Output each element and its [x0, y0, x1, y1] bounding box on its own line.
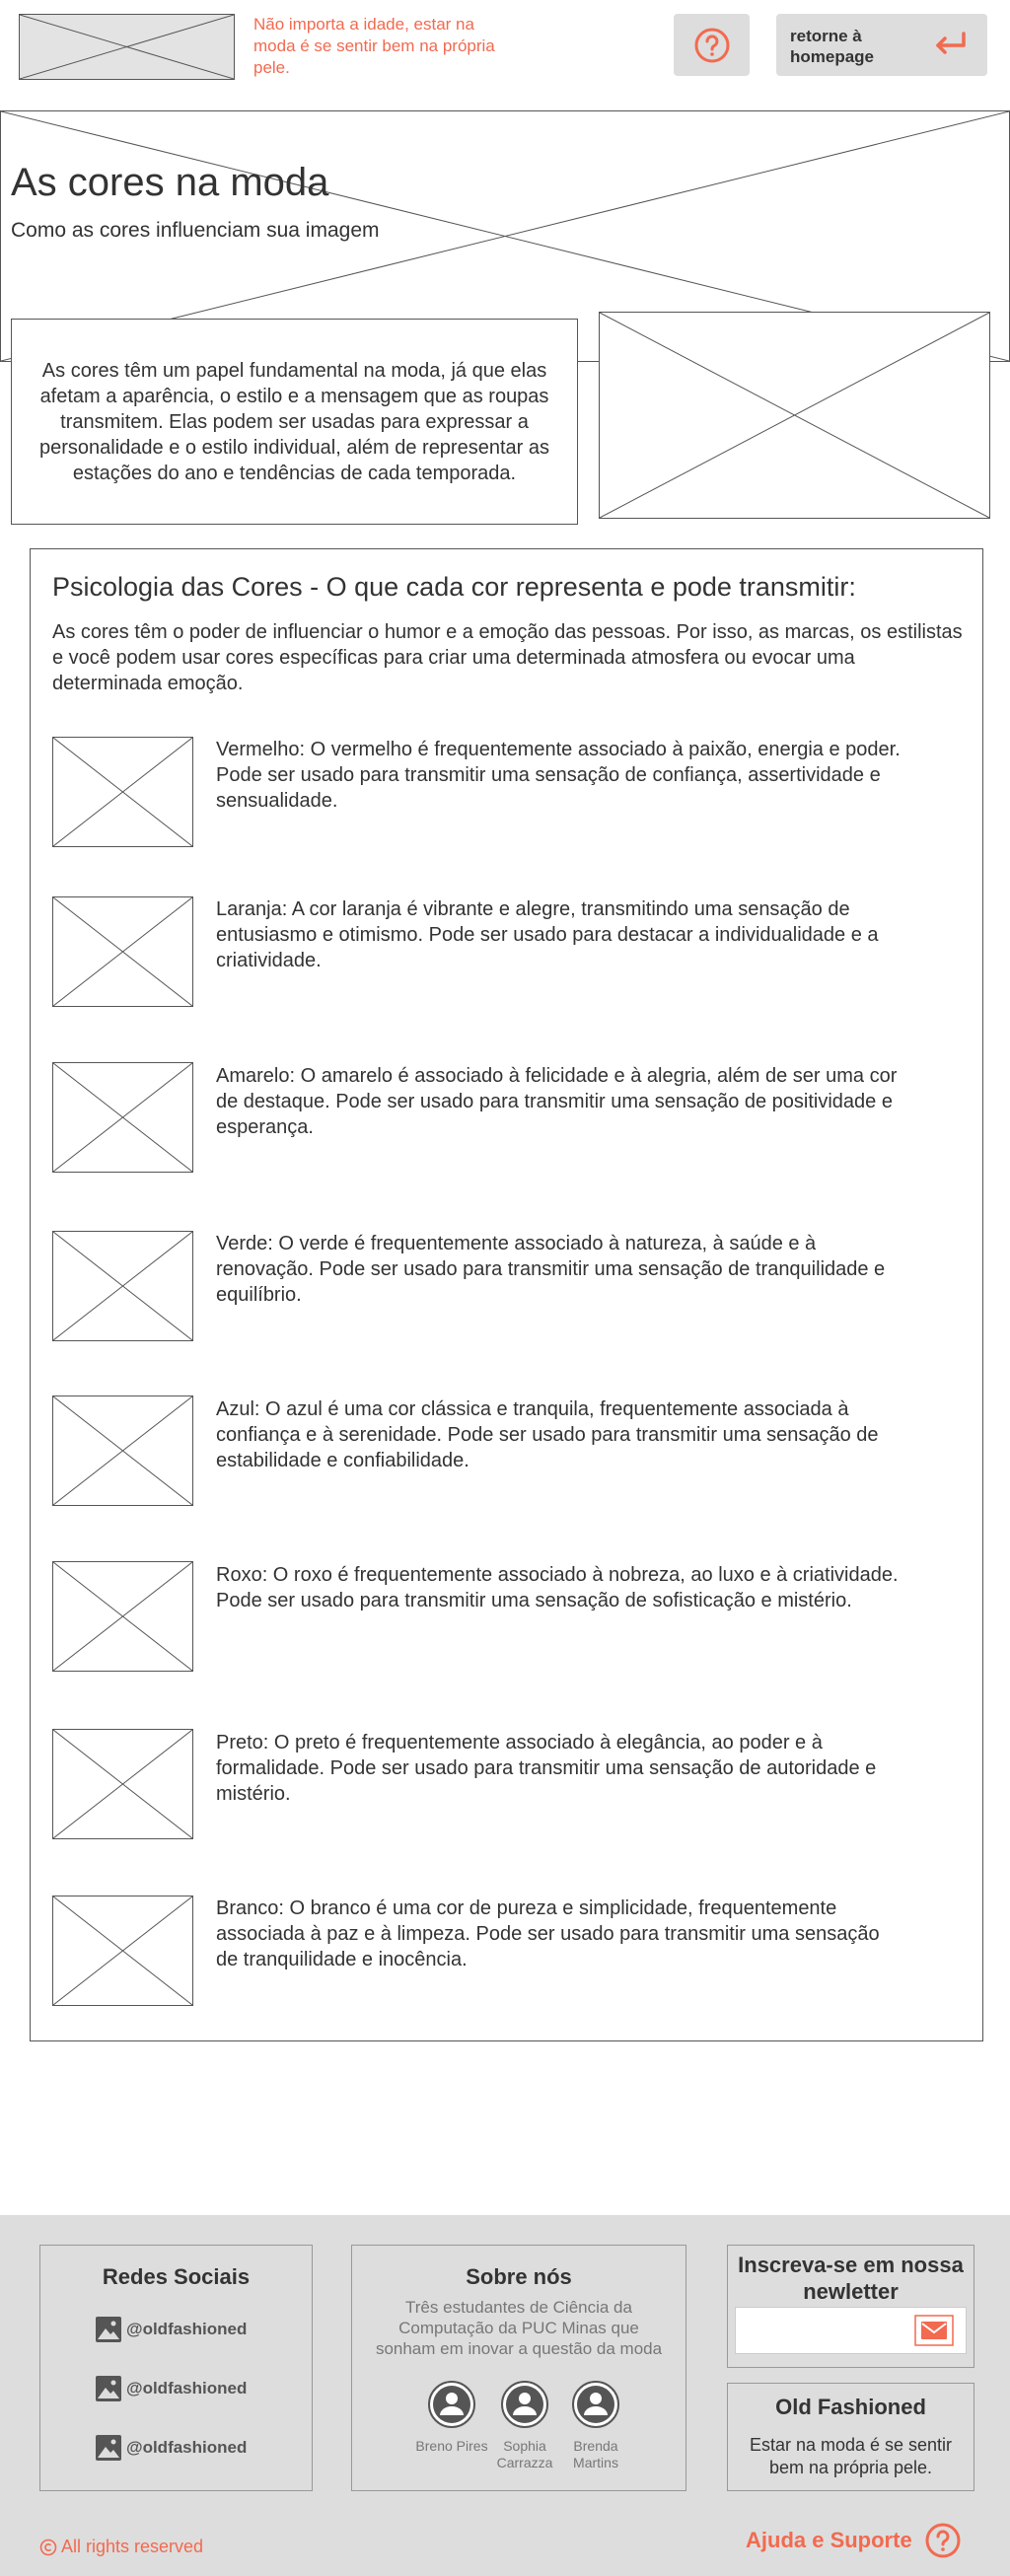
support-label: Ajuda e Suporte [746, 2528, 912, 2552]
mail-icon[interactable] [914, 2315, 954, 2346]
logo-placeholder [19, 14, 235, 80]
section-intro: As cores têm o poder de influenciar o hu… [52, 621, 963, 694]
page-subtitle: Como as cores influenciam sua imagem [11, 219, 380, 242]
team-member: Sophia Carrazza [485, 2380, 564, 2471]
social-link[interactable]: @oldfashioned [95, 2316, 292, 2343]
return-homepage-button[interactable]: retorne à homepage [776, 14, 987, 76]
avatar-icon [428, 2381, 475, 2428]
newsletter-title: Inscreva-se em nossa newletter [738, 2253, 964, 2304]
social-handle: @oldfashioned [126, 2320, 248, 2338]
social-handle: @oldfashioned [126, 2379, 248, 2397]
return-homepage-label: retorne à homepage [790, 27, 875, 66]
intro-text: As cores têm um papel fundamental na mod… [39, 359, 549, 484]
return-arrow-icon [936, 32, 966, 54]
intro-box: As cores têm um papel fundamental na mod… [11, 319, 578, 525]
color-description: Azul: O azul é uma cor clássica e tranqu… [216, 1398, 879, 1471]
avatar-icon [572, 2381, 619, 2428]
color-description: Roxo: O roxo é frequentemente associado … [216, 1564, 899, 1611]
member-name: Brenda Martins [573, 2438, 618, 2470]
color-image-placeholder [52, 1062, 193, 1173]
color-image-placeholder [52, 896, 193, 1007]
copyright-icon [39, 2539, 57, 2555]
color-image-placeholder [52, 1561, 193, 1672]
color-description: Verde: O verde é frequentemente associad… [216, 1233, 886, 1306]
color-description: Branco: O branco é uma cor de pureza e s… [216, 1897, 880, 1970]
color-image-placeholder [52, 1395, 193, 1506]
color-description: Laranja: A cor laranja é vibrante e aleg… [216, 898, 879, 971]
team-member: Brenda Martins [556, 2380, 635, 2471]
social-link[interactable]: @oldfashioned [95, 2434, 292, 2462]
social-title: Redes Sociais [102, 2264, 251, 2289]
color-image-placeholder [52, 1729, 193, 1839]
color-image-placeholder [52, 737, 193, 847]
color-image-placeholder [52, 1231, 193, 1341]
support-link[interactable]: Ajuda e Suporte [746, 2521, 962, 2560]
avatar-icon [501, 2381, 548, 2428]
image-icon [96, 2435, 121, 2461]
page-title: As cores na moda [11, 161, 329, 204]
help-button[interactable] [674, 14, 750, 76]
about-text: Três estudantes de Ciência da Computação… [375, 2298, 663, 2358]
about-title: Sobre nós [466, 2264, 572, 2289]
member-name: Sophia Carrazza [496, 2438, 553, 2470]
color-image-placeholder [52, 1896, 193, 2006]
section-title: Psicologia das Cores - O que cada cor re… [52, 572, 856, 602]
team-member: Breno Pires [412, 2380, 491, 2455]
intro-image-placeholder [599, 312, 990, 519]
color-description: Preto: O preto é frequentemente associad… [216, 1732, 877, 1805]
tagline: Não importa a idade, estar na moda é se … [253, 15, 495, 77]
question-circle-icon [925, 2523, 961, 2558]
color-description: Vermelho: O vermelho é frequentemente as… [216, 739, 901, 812]
image-icon [96, 2317, 121, 2342]
copyright-text: All rights reserved [61, 2537, 204, 2556]
social-handle: @oldfashioned [126, 2438, 248, 2457]
image-icon [96, 2376, 121, 2401]
brand-text: Estar na moda é se sentir bem na própria… [749, 2435, 953, 2477]
social-link[interactable]: @oldfashioned [95, 2375, 292, 2402]
member-name: Breno Pires [415, 2438, 488, 2454]
question-circle-icon [694, 28, 729, 62]
color-description: Amarelo: O amarelo é associado à felicid… [216, 1065, 898, 1138]
copyright: All rights reserved [39, 2537, 203, 2557]
brand-title: Old Fashioned [775, 2395, 926, 2419]
